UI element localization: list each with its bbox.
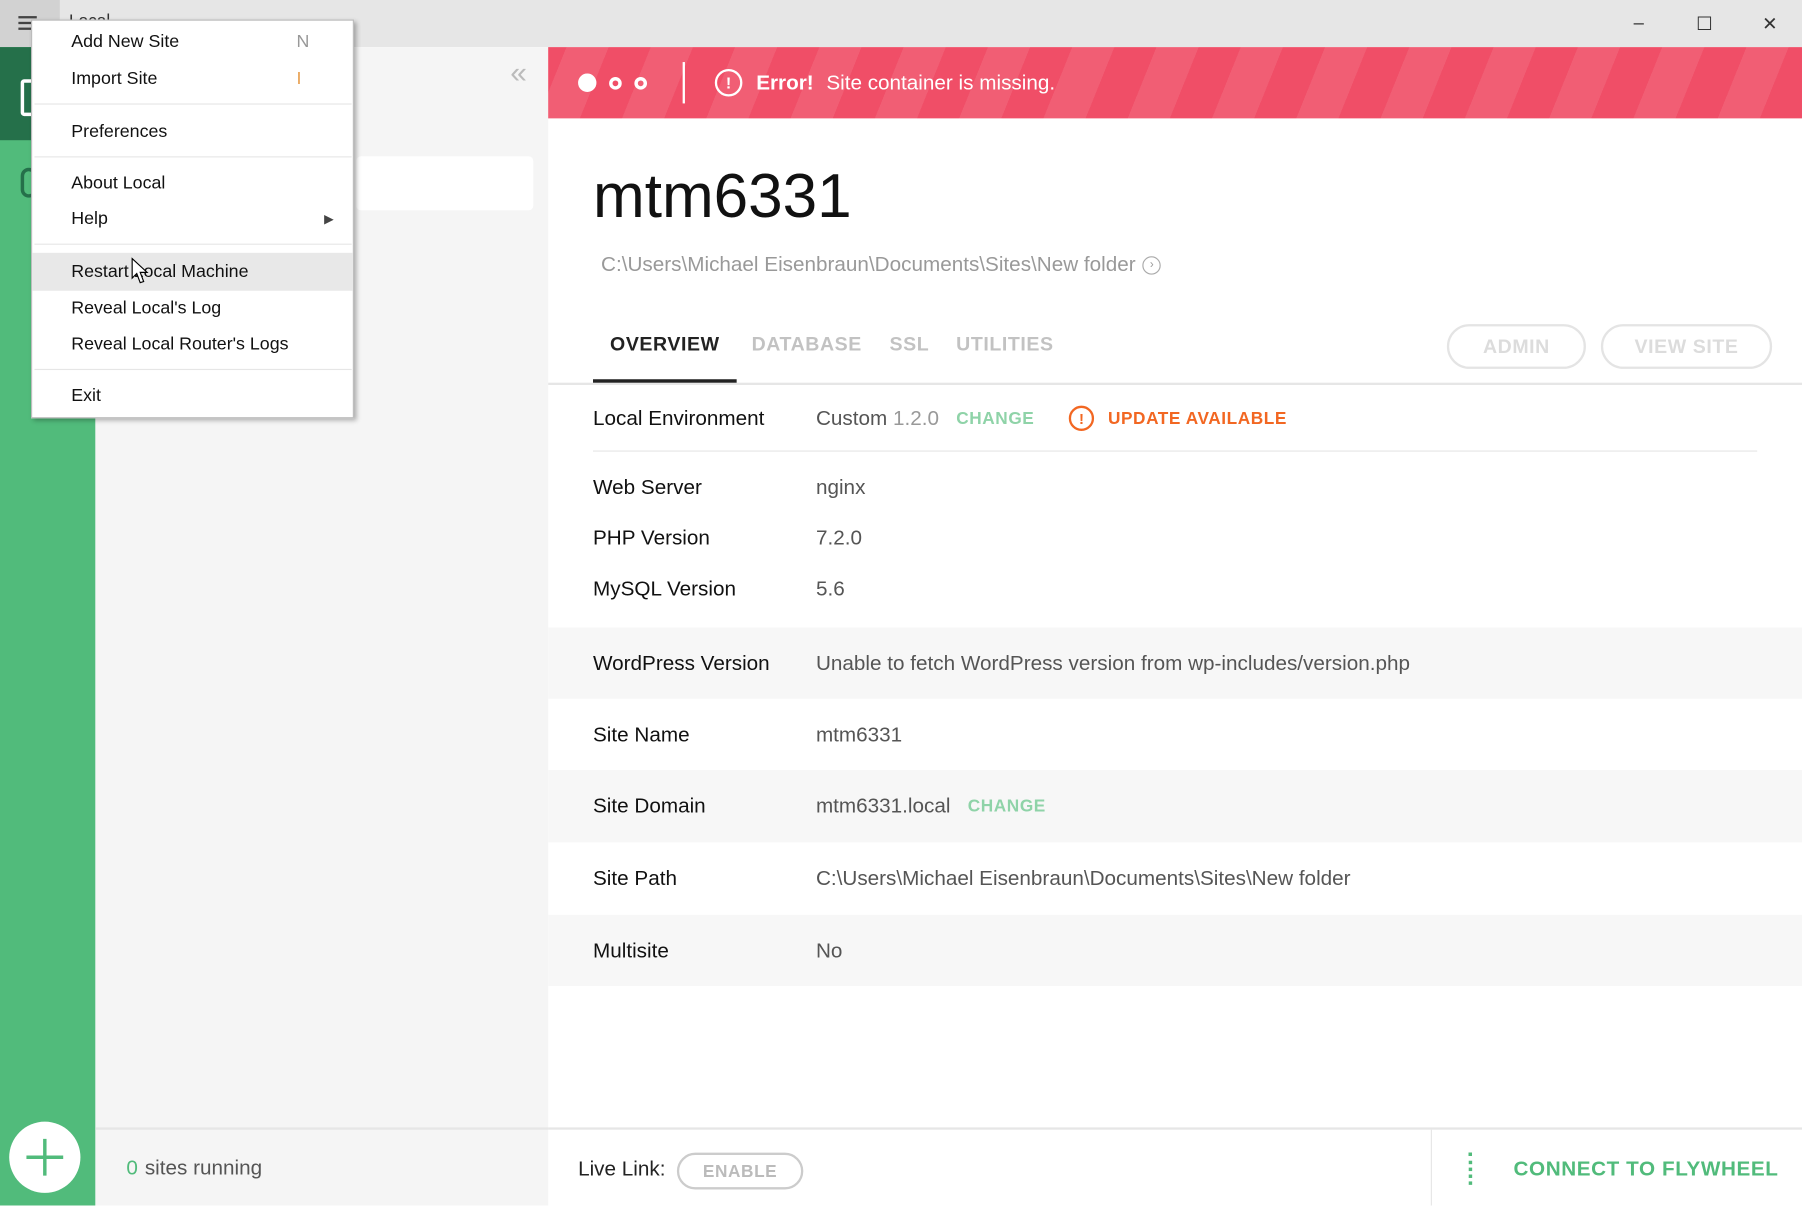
row-label: Site Domain <box>593 794 706 818</box>
sites-running-label: sites running <box>144 1155 263 1179</box>
tab-divider <box>548 382 1802 385</box>
divider <box>593 450 1758 452</box>
row-value: 7.2.0 <box>815 525 862 549</box>
local-environment-row: Local Environment Custom 1.2.0 CHANGE ! … <box>548 393 1802 444</box>
tab-utilities[interactable]: UTILITIES <box>956 333 1053 356</box>
minimize-button[interactable]: – <box>1607 0 1671 47</box>
app-menu: Add New Site N Import Site I Preferences A… <box>31 19 354 419</box>
info-row: MySQL Version 5.6 <box>548 565 1802 611</box>
env-value: Custom <box>815 406 888 430</box>
menu-item-reveal-local-log[interactable]: Reveal Local's Log <box>32 292 353 325</box>
row-label: Local Environment <box>593 406 765 430</box>
row-label: Site Path <box>593 866 677 890</box>
live-link-label: Live Link: <box>578 1157 666 1181</box>
info-row: Multisite No <box>548 914 1802 987</box>
admin-button[interactable]: ADMIN <box>1446 324 1586 369</box>
menu-item-about-local[interactable]: About Local <box>32 167 353 200</box>
connect-to-flywheel-button[interactable]: CONNECT TO FLYWHEEL <box>1514 1157 1779 1181</box>
status-dot-icon <box>634 76 648 90</box>
menu-item-import-site[interactable]: Import Site I <box>32 62 353 95</box>
info-row: WordPress Version Unable to fetch WordPre… <box>548 627 1802 699</box>
error-icon: ! <box>714 68 743 97</box>
change-domain-button[interactable]: CHANGE <box>968 796 1046 816</box>
divider <box>682 62 685 104</box>
menu-item-exit[interactable]: Exit <box>32 379 353 412</box>
menu-item-preferences[interactable]: Preferences <box>32 115 353 148</box>
site-title: mtm6331 <box>593 162 852 231</box>
menu-separator <box>34 368 352 371</box>
row-label: WordPress Version <box>593 651 770 675</box>
site-path-header[interactable]: C:\Users\Michael Eisenbraun\Documents\Si… <box>601 253 1161 277</box>
row-value: 5.6 <box>815 576 845 600</box>
row-value: Unable to fetch WordPress version from w… <box>815 651 1410 675</box>
env-version: 1.2.0 <box>892 406 939 430</box>
error-banner: ! Error! Site container is missing. <box>548 47 1802 119</box>
row-value: nginx <box>815 475 866 499</box>
tab-overview[interactable]: OVERVIEW <box>593 333 737 384</box>
mouse-cursor-icon <box>131 257 149 284</box>
row-value: mtm6331.local <box>815 794 951 818</box>
info-row: Web Server nginx <box>548 464 1802 510</box>
row-label: Multisite <box>593 938 669 962</box>
error-label: Error! <box>756 70 814 94</box>
error-message: Site container is missing. <box>826 70 1056 94</box>
info-row: Site Domain mtm6331.local CHANGE <box>548 769 1802 843</box>
plus-icon <box>26 1138 64 1176</box>
info-row: Site Path C:\Users\Michael Eisenbraun\Doc… <box>548 842 1802 914</box>
tab-ssl[interactable]: SSL <box>890 333 930 356</box>
menu-item-reveal-router-logs[interactable]: Reveal Local Router's Logs <box>32 328 353 361</box>
row-label: Site Name <box>593 722 690 746</box>
menu-separator <box>34 103 352 105</box>
enable-live-link-button[interactable]: ENABLE <box>676 1152 804 1190</box>
site-list-item[interactable] <box>356 156 534 211</box>
menu-item-add-new-site[interactable]: Add New Site N <box>32 25 353 58</box>
sites-running-count: 0 <box>126 1155 138 1179</box>
site-path-text: C:\Users\Michael Eisenbraun\Documents\Si… <box>601 252 1136 276</box>
submenu-arrow-icon: ▶ <box>324 212 334 227</box>
row-label: Web Server <box>593 475 702 499</box>
menu-item-restart-local-machine[interactable]: Restart Local Machine <box>32 252 353 291</box>
info-row: PHP Version 7.2.0 <box>548 515 1802 561</box>
row-value: mtm6331 <box>815 722 903 746</box>
menu-separator <box>34 156 352 158</box>
row-label: MySQL Version <box>593 576 736 600</box>
sites-running-status: 0 sites running <box>95 1127 549 1205</box>
row-label: PHP Version <box>593 525 710 549</box>
maximize-button[interactable]: ☐ <box>1672 0 1736 47</box>
row-value: No <box>815 938 843 962</box>
reveal-folder-icon[interactable]: › <box>1142 255 1161 275</box>
menu-item-help[interactable]: Help ▶ <box>32 202 353 235</box>
warning-icon: ! <box>1068 405 1095 431</box>
add-site-button[interactable] <box>9 1121 81 1193</box>
collapse-sidebar-icon[interactable]: « <box>510 55 527 91</box>
divider <box>1430 1129 1432 1206</box>
menu-separator <box>34 243 352 245</box>
status-dot-icon <box>609 76 622 90</box>
status-dot-icon <box>578 73 597 92</box>
tab-database[interactable]: DATABASE <box>752 333 862 356</box>
update-available-link[interactable]: UPDATE AVAILABLE <box>1108 409 1287 429</box>
info-row: Site Name mtm6331 <box>548 699 1802 770</box>
site-footer: Live Link: ENABLE CONNECT TO FLYWHEEL <box>548 1127 1802 1206</box>
row-value: C:\Users\Michael Eisenbraun\Documents\Si… <box>815 866 1351 890</box>
flywheel-icon <box>1468 1152 1478 1185</box>
change-environment-button[interactable]: CHANGE <box>956 409 1034 429</box>
view-site-button[interactable]: VIEW SITE <box>1600 324 1773 369</box>
close-button[interactable]: ✕ <box>1738 0 1802 47</box>
